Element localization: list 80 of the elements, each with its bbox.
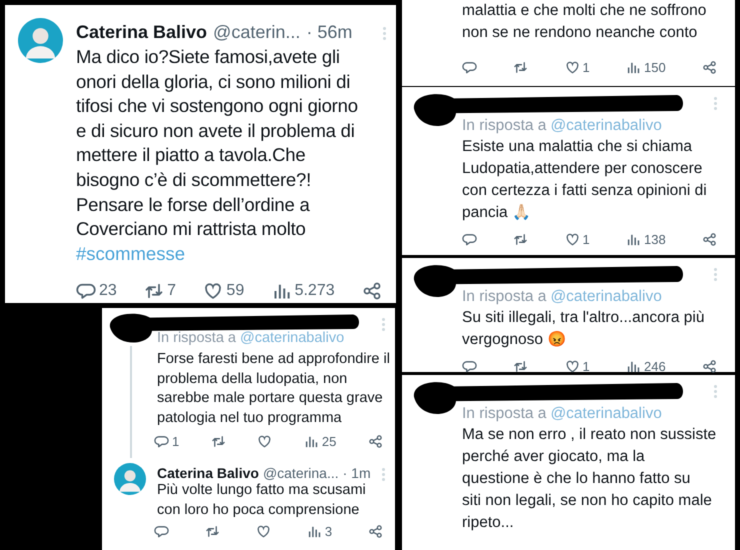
share-button[interactable] [702,232,717,248]
tweet-text: malattia e che molti che ne soffrono non se ne rendono neanche conto [462,1,706,43]
tweet-text: Ma se non erro , il reato non sussiste perché aver giocato, ma la questione è che lo hanno fatto su siti non legali, se non ho capito male ripeto... [462,425,716,533]
repost-icon [144,281,164,301]
share-icon [702,359,717,374]
share-button[interactable] [368,524,383,540]
reply-button[interactable]: 23 [76,279,117,303]
heart-icon [257,434,272,450]
repost-button[interactable] [204,524,220,540]
views-button[interactable]: 138 [626,230,666,250]
repost-icon [204,524,220,540]
heart-icon [564,359,580,374]
speech-bubble-icon [76,281,96,301]
tweet-text: Ma dico io?Siete famosi,avete gli onori della gloria, ci sono milioni di tifosi che vi sostengono ogni giorno e di sicuro non avete il problema di mettere il piatto a tavola.Che bisogno c’è di scommettere?! Pensare le forse dell’ordine a Coverciano mi rattrista molto [76,45,358,242]
timestamp[interactable]: · 1m [342,463,371,484]
repost-button[interactable] [513,60,528,76]
repost-icon [210,434,226,450]
share-icon [368,524,383,540]
like-button[interactable]: 1 [564,357,590,376]
like-button[interactable]: 59 [203,279,244,303]
like-button[interactable] [257,434,272,450]
share-button[interactable] [368,434,383,450]
share-button[interactable] [362,281,382,301]
bar-chart-icon [626,232,642,248]
repost-icon [513,232,528,248]
heart-icon [564,232,580,248]
speech-bubble-icon [154,524,169,540]
share-icon [702,60,717,76]
views-button[interactable]: 3 [306,522,332,542]
share-button[interactable] [702,60,717,76]
speech-bubble-icon [462,60,477,76]
reply-context: In risposta a [462,116,546,136]
like-button[interactable]: 1 [564,58,590,78]
emoji-icon: 🙏🏻 [512,204,531,221]
repost-icon [513,359,528,374]
like-button[interactable]: 1 [564,230,590,250]
author-name[interactable]: Caterina Balivo [76,19,208,46]
avatar[interactable] [114,463,146,495]
reply-button[interactable]: 1 [154,432,180,452]
author-name[interactable]: Caterina Balivo [157,463,259,484]
bar-chart-icon [626,359,642,374]
user-handle[interactable]: @caterin... [213,19,300,46]
emoji-icon: 😡 [547,331,566,348]
avatar[interactable] [18,18,63,63]
timestamp[interactable]: · 56m [306,19,352,46]
repost-icon [513,60,528,76]
reply-button[interactable] [462,60,477,76]
reply-button[interactable] [462,232,477,248]
like-button[interactable] [256,524,271,540]
reply-button[interactable] [462,359,477,374]
share-icon [362,281,382,301]
tweet-text: Più volte lungo fatto ma scusami con loro ho poca comprensione [157,481,366,520]
repost-button[interactable] [513,359,528,374]
speech-bubble-icon [154,434,169,450]
heart-icon [203,281,224,301]
views-button[interactable]: 150 [626,58,666,78]
reply-context: In risposta a [462,404,546,424]
share-icon [368,434,383,450]
share-button[interactable] [702,359,717,374]
heart-icon [256,524,271,540]
speech-bubble-icon [462,359,477,374]
repost-button[interactable]: 7 [144,279,176,303]
tweet-text: Esiste una malattia che si chiama Ludopatia,attendere per conoscere con certezza i fatti senza opinioni di pancia 🙏🏻 [462,137,707,223]
share-icon [702,232,717,248]
views-button[interactable]: 5.273 [272,279,335,303]
reply-context: In risposta a [157,329,236,348]
reply-context: In risposta a [462,287,546,307]
reply-button[interactable] [154,524,169,540]
tweet-text: Su siti illegali, tra l'altro...ancora più vergognoso 😡 [462,308,704,350]
views-button[interactable]: 246 [626,357,666,376]
bar-chart-icon [306,524,322,540]
repost-button[interactable] [513,232,528,248]
speech-bubble-icon [462,232,477,248]
tweet-text: Forse faresti bene ad approfondire il problema della ludopatia, non sarebbe male portare questa grave patologia nel tuo programma [157,350,390,428]
bar-chart-icon [626,60,642,76]
repost-button[interactable] [210,434,226,450]
user-handle[interactable]: @caterina... [262,463,339,484]
bar-chart-icon [304,434,319,450]
heart-icon [564,60,580,76]
views-button[interactable]: 25 [304,432,336,452]
